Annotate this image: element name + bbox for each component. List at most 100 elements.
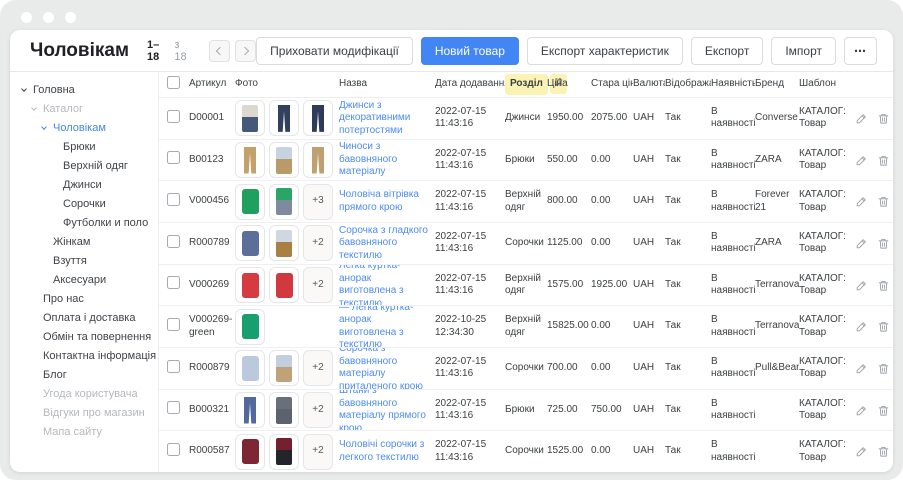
product-photo[interactable] bbox=[235, 350, 265, 386]
product-name-link[interactable]: Легка куртка-анорак виготовлена з тексти… bbox=[339, 265, 429, 307]
product-photo[interactable] bbox=[269, 392, 299, 428]
row-checkbox[interactable] bbox=[167, 193, 180, 206]
row-checkbox[interactable] bbox=[167, 110, 180, 123]
export-characteristics-button[interactable]: Експорт характеристик bbox=[527, 37, 683, 65]
column-header-name[interactable]: Назва bbox=[339, 78, 435, 91]
sidebar-item-sitemap[interactable]: Мапа сайту bbox=[10, 422, 158, 441]
delete-icon[interactable] bbox=[877, 154, 890, 167]
row-checkbox[interactable] bbox=[167, 360, 180, 373]
new-product-button[interactable]: Новий товар bbox=[421, 37, 519, 65]
row-checkbox[interactable] bbox=[167, 235, 180, 248]
column-header-display[interactable]: Відображати bbox=[665, 78, 711, 91]
product-photo[interactable] bbox=[235, 142, 265, 178]
sidebar-item-tshirts-polo[interactable]: Футболки и поло bbox=[10, 213, 158, 232]
sidebar-item-user-agreement[interactable]: Угода користувача bbox=[10, 384, 158, 403]
product-photo[interactable] bbox=[235, 225, 265, 261]
edit-icon[interactable] bbox=[855, 320, 868, 333]
delete-icon[interactable] bbox=[877, 445, 890, 458]
row-checkbox[interactable] bbox=[167, 401, 180, 414]
column-header-section[interactable]: Розділ⇵ bbox=[505, 74, 547, 95]
product-photo[interactable] bbox=[235, 309, 265, 345]
product-photo[interactable] bbox=[235, 392, 265, 428]
product-name-link[interactable]: Чоловіча вітрівка прямого крою bbox=[339, 189, 429, 214]
export-button[interactable]: Експорт bbox=[691, 37, 763, 65]
more-photos-badge[interactable]: +3 bbox=[303, 184, 333, 220]
import-button[interactable]: Імпорт bbox=[771, 37, 836, 65]
sidebar-item-shoes[interactable]: Взуття bbox=[10, 251, 158, 270]
delete-icon[interactable] bbox=[877, 320, 890, 333]
sidebar-item-blog[interactable]: Блог bbox=[10, 365, 158, 384]
product-name-link[interactable]: Чиноси з бавовняного матеріалу bbox=[339, 141, 429, 179]
edit-icon[interactable] bbox=[855, 195, 868, 208]
edit-icon[interactable] bbox=[855, 404, 868, 417]
pagination-next-button[interactable] bbox=[235, 40, 256, 62]
product-photo[interactable] bbox=[269, 225, 299, 261]
product-photo[interactable] bbox=[269, 267, 299, 303]
product-photo[interactable] bbox=[269, 184, 299, 220]
more-photos-badge[interactable]: +2 bbox=[303, 267, 333, 303]
column-header-brand[interactable]: Бренд bbox=[755, 78, 799, 91]
window-control-dot[interactable] bbox=[65, 12, 76, 23]
column-header-photo[interactable]: Фото bbox=[235, 78, 339, 91]
pagination-prev-button[interactable] bbox=[209, 40, 230, 62]
sidebar-item-outerwear[interactable]: Верхній одяг bbox=[10, 156, 158, 175]
column-header-template[interactable]: Шаблон bbox=[799, 78, 855, 91]
product-photo[interactable] bbox=[303, 100, 333, 136]
sidebar-item-trousers[interactable]: Брюки bbox=[10, 137, 158, 156]
product-photo[interactable] bbox=[235, 100, 265, 136]
edit-icon[interactable] bbox=[855, 237, 868, 250]
more-photos-badge[interactable]: +2 bbox=[303, 434, 333, 470]
row-checkbox[interactable] bbox=[167, 318, 180, 331]
product-photo[interactable] bbox=[269, 434, 299, 470]
edit-icon[interactable] bbox=[855, 445, 868, 458]
delete-icon[interactable] bbox=[877, 195, 890, 208]
edit-icon[interactable] bbox=[855, 112, 868, 125]
product-name-link[interactable]: — Легка куртка-анорак виготовлена з текс… bbox=[339, 306, 429, 348]
more-photos-badge[interactable]: +2 bbox=[303, 350, 333, 386]
product-name-link[interactable]: Сорочка з бавовняного матеріалу притален… bbox=[339, 348, 429, 390]
product-photo[interactable] bbox=[269, 142, 299, 178]
row-checkbox[interactable] bbox=[167, 276, 180, 289]
hide-modifications-button[interactable]: Приховати модифікації bbox=[256, 37, 413, 65]
sidebar-item-women[interactable]: Жінкам bbox=[10, 232, 158, 251]
sidebar-item-shirts[interactable]: Сорочки bbox=[10, 194, 158, 213]
sidebar-item-jeans[interactable]: Джинси bbox=[10, 175, 158, 194]
window-control-dot[interactable] bbox=[21, 12, 32, 23]
sidebar-item-home[interactable]: Головна bbox=[10, 80, 158, 99]
sidebar-item-about-us[interactable]: Про нас bbox=[10, 289, 158, 308]
product-name-link[interactable]: Джинси з декоративними потертостями bbox=[339, 100, 429, 138]
column-header-currency[interactable]: Валюта bbox=[633, 78, 665, 91]
window-control-dot[interactable] bbox=[43, 12, 54, 23]
sidebar-item-exchange-return[interactable]: Обмін та повернення bbox=[10, 327, 158, 346]
column-header-price[interactable]: Ціна bbox=[547, 78, 591, 91]
delete-icon[interactable] bbox=[877, 237, 890, 250]
delete-icon[interactable] bbox=[877, 279, 890, 292]
product-photo[interactable] bbox=[303, 142, 333, 178]
sidebar-item-store-reviews[interactable]: Відгуки про магазин bbox=[10, 403, 158, 422]
product-photo[interactable] bbox=[269, 350, 299, 386]
sidebar-item-payment-delivery[interactable]: Оплата і доставка bbox=[10, 308, 158, 327]
product-photo[interactable] bbox=[235, 267, 265, 303]
delete-icon[interactable] bbox=[877, 404, 890, 417]
product-photo[interactable] bbox=[235, 184, 265, 220]
more-photos-badge[interactable]: +2 bbox=[303, 225, 333, 261]
delete-icon[interactable] bbox=[877, 112, 890, 125]
column-header-old-price[interactable]: Стара ціна bbox=[591, 78, 633, 91]
column-header-article[interactable]: Артикул bbox=[189, 78, 235, 91]
edit-icon[interactable] bbox=[855, 279, 868, 292]
edit-icon[interactable] bbox=[855, 362, 868, 375]
delete-icon[interactable] bbox=[877, 362, 890, 375]
sidebar-item-accessories[interactable]: Аксесуари bbox=[10, 270, 158, 289]
product-name-link[interactable]: Штани з бавовняного матеріалу прямого кр… bbox=[339, 390, 429, 432]
sidebar-item-contact-info[interactable]: Контактна інформація bbox=[10, 346, 158, 365]
edit-icon[interactable] bbox=[855, 154, 868, 167]
row-checkbox[interactable] bbox=[167, 151, 180, 164]
select-all-checkbox[interactable] bbox=[167, 76, 180, 89]
column-header-date[interactable]: Дата додавання bbox=[435, 78, 505, 91]
row-checkbox[interactable] bbox=[167, 443, 180, 456]
sidebar-item-catalog[interactable]: Каталог bbox=[10, 99, 158, 118]
product-photo[interactable] bbox=[269, 100, 299, 136]
product-name-link[interactable]: Чоловічі сорочки з легкого текстилю bbox=[339, 439, 429, 464]
product-photo[interactable] bbox=[235, 434, 265, 470]
column-header-availability[interactable]: Наявність bbox=[711, 78, 755, 91]
